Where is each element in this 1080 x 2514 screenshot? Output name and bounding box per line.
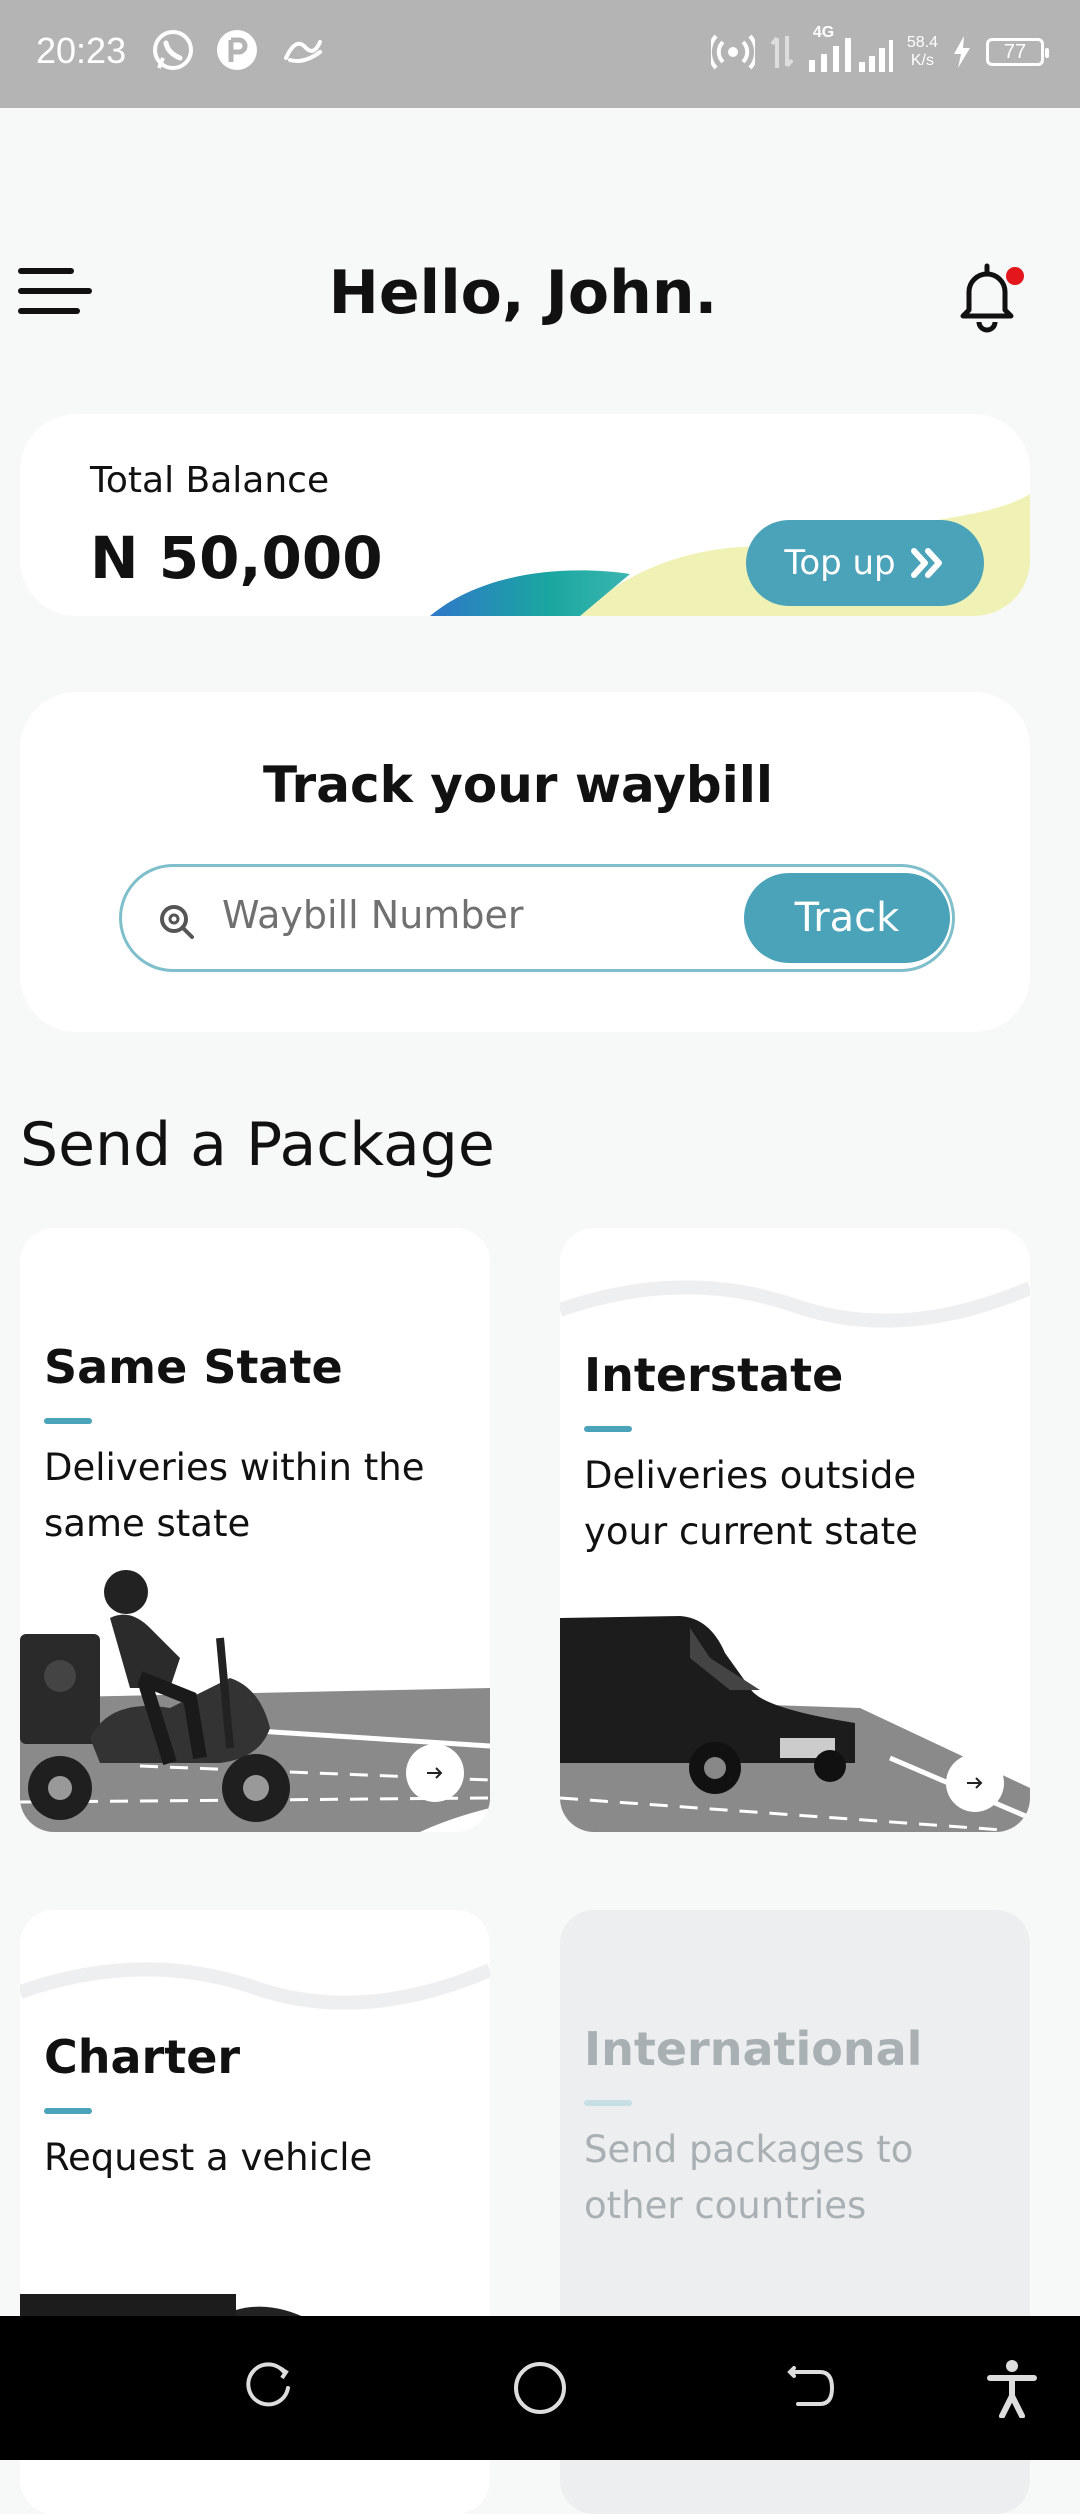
interstate-arrow-button[interactable] <box>946 1754 1004 1812</box>
notification-bell-icon[interactable] <box>955 258 1025 334</box>
package-card-title: Interstate <box>584 1348 844 1402</box>
data-arrows-icon <box>770 36 794 68</box>
track-title: Track your waybill <box>262 756 774 814</box>
title-underline <box>584 2100 632 2106</box>
arrow-right-icon <box>427 1767 443 1779</box>
home-icon[interactable] <box>510 2358 570 2418</box>
package-card-title: Same State <box>44 1340 343 1394</box>
signal-4g-icon: 4G <box>808 24 893 74</box>
charging-icon <box>954 36 970 68</box>
balance-amount: N 50,000 <box>90 524 383 592</box>
section-title: Send a Package <box>20 1110 495 1180</box>
hotspot-icon <box>710 34 755 70</box>
network-speed: 58.4 K/s <box>906 34 938 69</box>
title-underline <box>44 1418 92 1424</box>
title-underline <box>44 2108 92 2114</box>
card-wave-decoration <box>20 1962 490 2010</box>
page-title: Hello, John. <box>328 258 718 328</box>
same-state-arrow-button[interactable] <box>406 1744 464 1802</box>
recent-apps-icon[interactable] <box>240 2358 300 2418</box>
status-time: 20:23 <box>36 30 127 71</box>
notification-dot <box>1006 267 1024 285</box>
app-p-icon <box>217 30 257 70</box>
arrow-right-icon <box>967 1777 983 1789</box>
package-card-description: Request a vehicle <box>44 2136 373 2179</box>
track-card <box>20 692 1030 1032</box>
package-card-description: Deliveries outside your current state <box>584 1454 918 1553</box>
waybill-search-field[interactable]: Waybill Number Track <box>119 864 955 972</box>
package-card-description: Send packages to other countries <box>584 2128 914 2227</box>
package-card-description: Deliveries within the same state <box>44 1446 425 1545</box>
title-underline <box>584 1426 632 1432</box>
top-up-label: Top up <box>784 543 896 583</box>
package-card-same-state[interactable]: Same State Deliveries within the same st… <box>20 1228 490 1832</box>
status-bar: 20:23 4G 58.4 K/s 77 <box>0 0 1080 108</box>
app-swirl-icon <box>284 40 322 63</box>
system-navigation-bar <box>0 2316 1080 2460</box>
double-chevron-right-icon <box>910 548 942 578</box>
battery-icon: 77 <box>986 38 1049 66</box>
waybill-input-placeholder[interactable]: Waybill Number <box>222 893 523 937</box>
package-card-interstate[interactable]: Interstate Deliveries outside your curre… <box>560 1228 1030 1832</box>
back-icon[interactable] <box>780 2358 840 2418</box>
package-card-title: Charter <box>44 2030 241 2084</box>
balance-label: Total Balance <box>90 460 330 501</box>
accessibility-icon[interactable] <box>982 2358 1042 2418</box>
card-wave-decoration <box>560 1280 1030 1328</box>
top-up-button[interactable]: Top up <box>746 520 984 606</box>
balance-card: Total Balance N 50,000 Top up <box>20 414 1030 616</box>
search-icon <box>160 905 194 939</box>
package-card-title: International <box>584 2022 923 2076</box>
track-button[interactable]: Track <box>744 873 950 963</box>
whatsapp-icon <box>153 30 193 70</box>
